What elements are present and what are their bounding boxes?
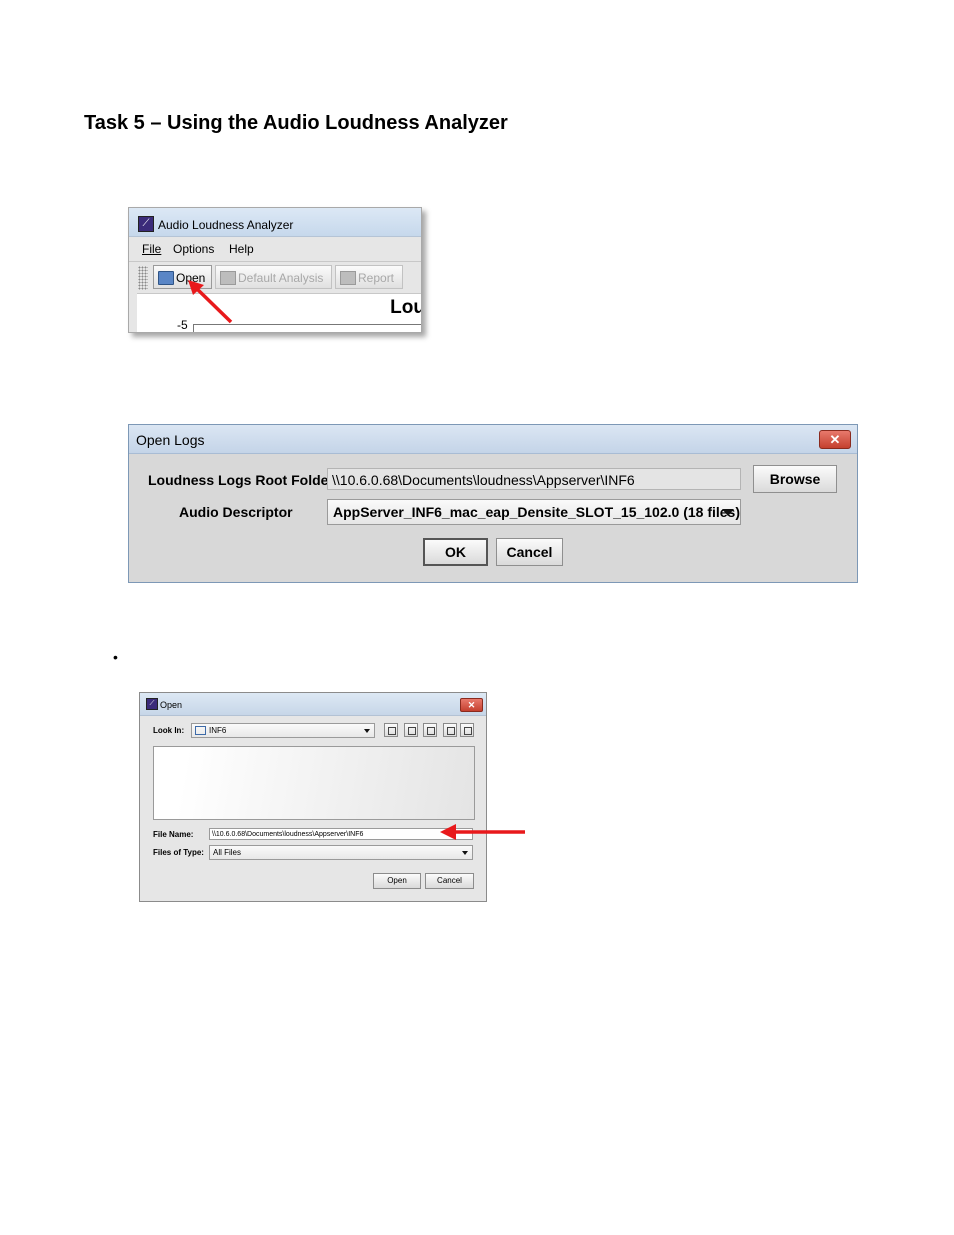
new-folder-button[interactable] (423, 723, 437, 737)
annotation-arrow-filename (440, 824, 525, 840)
root-folder-label: Loudness Logs Root Folder (148, 472, 334, 488)
default-analysis-label: Default Analysis (238, 271, 324, 285)
list-view-icon (447, 727, 455, 735)
app-logo-icon: ⟋ (138, 216, 154, 232)
folder-icon (195, 726, 206, 736)
analyzer-toolbar: Open Default Analysis Report (129, 261, 421, 294)
toolbar-grip-handle[interactable] (138, 266, 148, 290)
report-button[interactable]: Report (335, 265, 403, 289)
app-logo-icon: ⟋ (146, 698, 158, 710)
files-of-type-select[interactable]: All Files (209, 845, 473, 860)
audio-descriptor-label: Audio Descriptor (179, 504, 293, 520)
analyzer-title-bar: ⟋ Audio Loudness Analyzer (129, 208, 421, 237)
look-in-value: INF6 (209, 726, 227, 735)
open-logs-title-bar: Open Logs ✕ (129, 425, 857, 454)
details-view-button[interactable] (460, 723, 474, 737)
file-open-button[interactable]: Open (373, 873, 421, 889)
close-icon[interactable]: ✕ (819, 430, 851, 449)
look-in-label: Look In: (153, 726, 185, 735)
annotation-arrow-open (188, 280, 233, 324)
menu-help[interactable]: Help (229, 242, 254, 256)
file-name-input[interactable]: \\10.6.0.68\Documents\loudness\Appserver… (209, 828, 473, 840)
chevron-down-icon (722, 509, 734, 516)
report-icon (340, 271, 356, 285)
analyzer-menu-bar: File Options Help (129, 238, 421, 260)
file-list-area[interactable] (153, 746, 475, 820)
look-in-select[interactable]: INF6 (191, 723, 375, 738)
report-label: Report (358, 271, 395, 285)
file-chooser-title-bar: ⟋ Open ✕ (140, 693, 486, 716)
new-folder-icon (427, 727, 435, 735)
browse-button[interactable]: Browse (753, 465, 837, 493)
home-icon (408, 727, 416, 735)
up-folder-icon (388, 727, 396, 735)
section-heading: Task 5 – Using the Audio Loudness Analyz… (84, 112, 508, 134)
cancel-button[interactable]: Cancel (496, 538, 563, 566)
home-button[interactable] (404, 723, 418, 737)
file-chooser-dialog: ⟋ Open ✕ Look In: INF6 File Name: \\10.6… (139, 692, 487, 902)
audio-descriptor-value: AppServer_INF6_mac_eap_Densite_SLOT_15_1… (333, 504, 740, 520)
chart-title-fragment: Lou (390, 297, 422, 318)
chevron-down-icon (364, 729, 370, 733)
bullet-point: • (113, 649, 118, 665)
file-chooser-title: Open (160, 700, 183, 710)
folder-open-icon (158, 271, 174, 285)
menu-options[interactable]: Options (173, 242, 214, 256)
ok-button[interactable]: OK (423, 538, 488, 566)
menu-file[interactable]: File (142, 242, 161, 256)
close-icon[interactable]: ✕ (460, 698, 483, 712)
audio-descriptor-select[interactable]: AppServer_INF6_mac_eap_Densite_SLOT_15_1… (327, 499, 741, 525)
files-of-type-value: All Files (213, 848, 242, 857)
open-logs-title: Open Logs (136, 432, 205, 448)
file-cancel-button[interactable]: Cancel (425, 873, 474, 889)
list-view-button[interactable] (443, 723, 457, 737)
analyzer-window-title: Audio Loudness Analyzer (158, 218, 294, 232)
open-logs-dialog: Open Logs ✕ Loudness Logs Root Folder \\… (128, 424, 858, 583)
chevron-down-icon (462, 851, 468, 855)
up-folder-button[interactable] (384, 723, 398, 737)
root-folder-field[interactable]: \\10.6.0.68\Documents\loudness\Appserver… (327, 468, 741, 490)
analyzer-window-screenshot: ⟋ Audio Loudness Analyzer File Options H… (128, 207, 422, 333)
file-name-label: File Name: (153, 830, 194, 839)
files-of-type-label: Files of Type: (153, 848, 204, 857)
details-view-icon (464, 727, 472, 735)
